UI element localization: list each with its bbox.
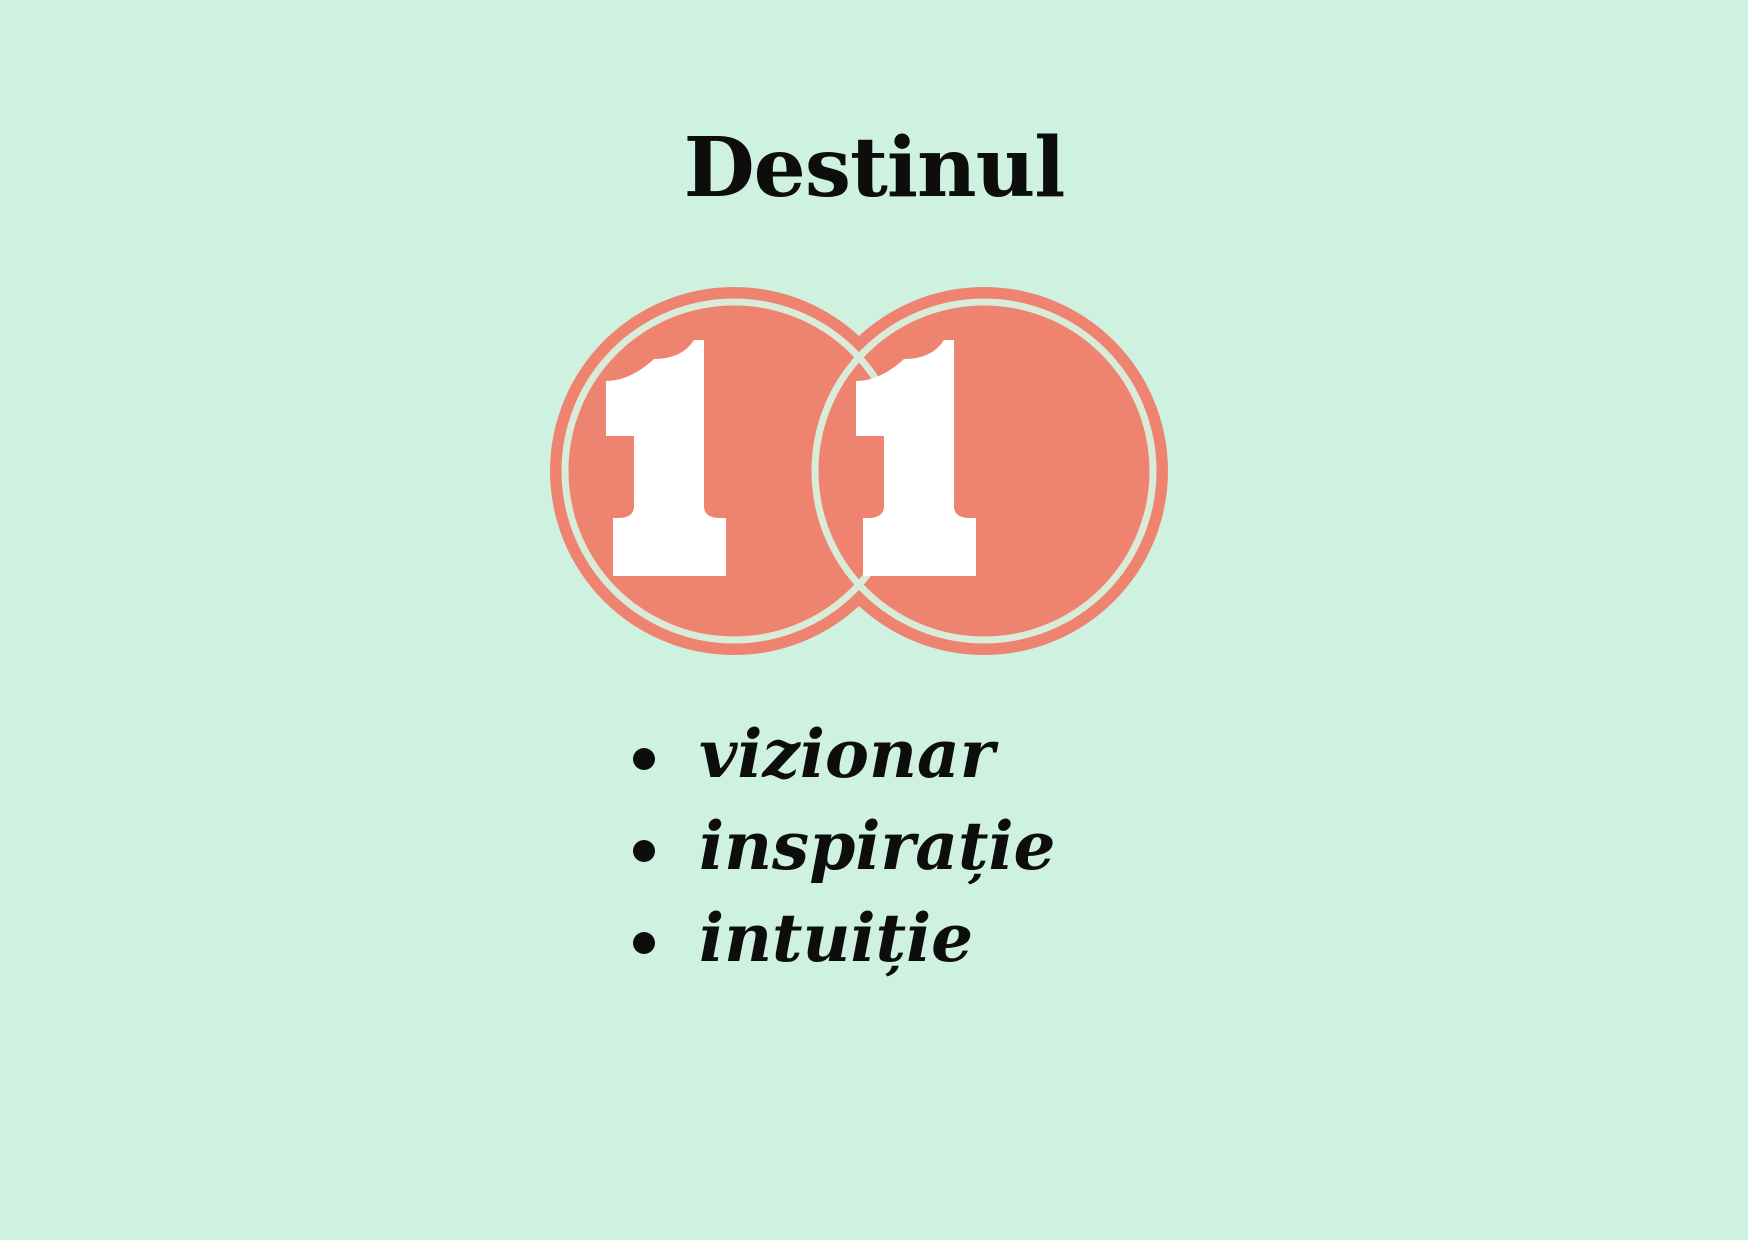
page: Destinul 1 1 vizionar inspirație intuiți… [0,0,1748,1240]
destiny-number-emblem: 1 1 [550,286,1170,656]
bullet-icon [633,932,655,954]
page-title: Destinul [683,120,1066,216]
right-digit-label: 1 [918,568,925,579]
list-item: intuiție [626,892,1226,984]
list-item: inspirație [626,800,1226,892]
bullet-icon [633,748,655,770]
right-circle [800,287,1168,655]
emblem-graphic: 1 1 [550,287,1168,655]
traits-list: vizionar inspirație intuiție [626,708,1226,984]
trait-label: inspirație [699,807,1056,885]
trait-label: intuiție [699,899,974,977]
list-item: vizionar [626,708,1226,800]
left-digit-label: 1 [668,568,675,579]
trait-label: vizionar [699,715,995,793]
bullet-icon [633,840,655,862]
